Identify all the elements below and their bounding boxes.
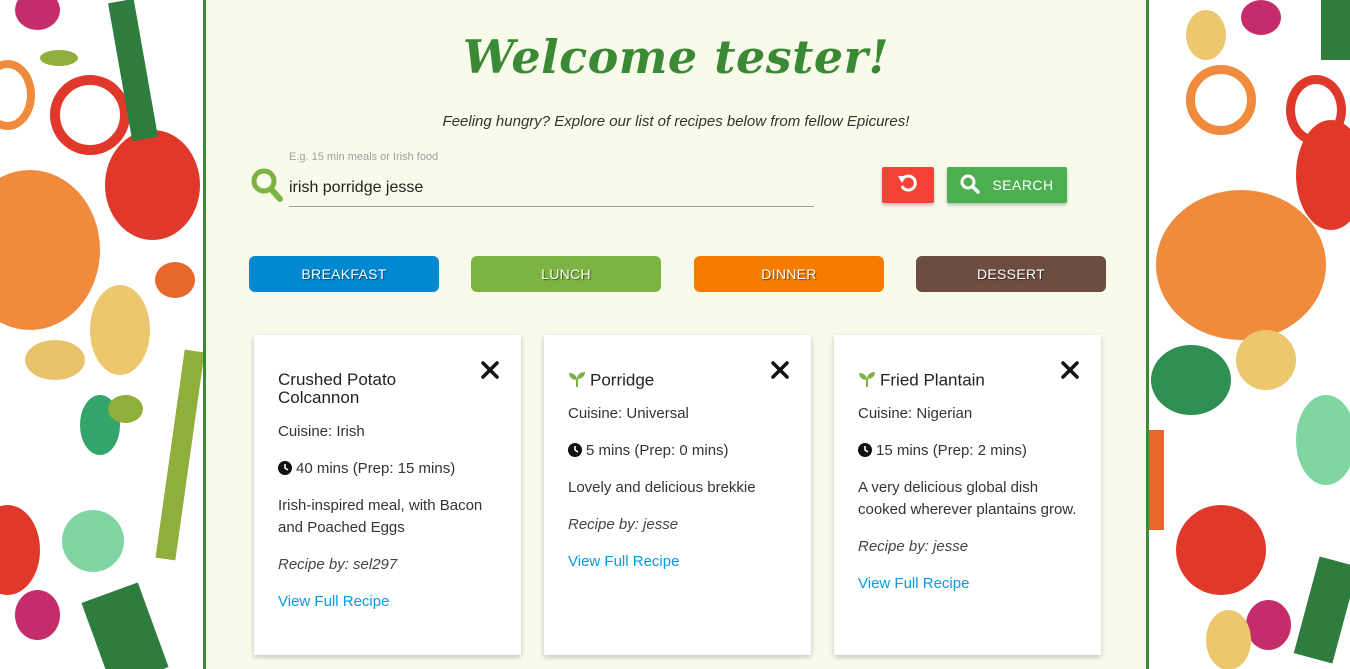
view-full-recipe-link[interactable]: View Full Recipe: [858, 573, 1083, 595]
recipe-time-text: 40 mins (Prep: 15 mins): [296, 460, 456, 477]
recipe-author: Recipe by: jesse: [858, 538, 969, 555]
undo-icon: [897, 172, 919, 199]
recipe-cuisine: Cuisine: Irish: [278, 423, 365, 440]
recipe-title: Fried Plantain: [880, 370, 985, 390]
search-button[interactable]: SEARCH: [947, 167, 1067, 203]
category-dinner-button[interactable]: DINNER: [694, 256, 884, 292]
search-icon: [251, 168, 283, 207]
recipe-description: A very delicious global dish cooked wher…: [858, 479, 1077, 518]
recipe-time: 15 mins (Prep: 2 mins): [858, 440, 1083, 464]
clock-icon: [858, 442, 872, 464]
category-lunch-button[interactable]: LUNCH: [471, 256, 661, 292]
recipe-time-text: 15 mins (Prep: 2 mins): [876, 442, 1027, 459]
recipe-title: Crushed Potato Colcannon: [278, 370, 397, 407]
recipe-time: 5 mins (Prep: 0 mins): [568, 440, 793, 464]
clock-icon: [568, 442, 582, 464]
close-icon[interactable]: [1061, 361, 1079, 384]
sprout-icon: [858, 371, 876, 391]
clock-icon: [278, 460, 292, 482]
view-full-recipe-link[interactable]: View Full Recipe: [278, 591, 503, 613]
recipe-title-row: Porridge: [568, 371, 768, 391]
search-icon: [960, 174, 981, 197]
search-button-label: SEARCH: [992, 177, 1054, 193]
recipe-cuisine: Cuisine: Universal: [568, 405, 689, 422]
recipe-cuisine: Cuisine: Nigerian: [858, 405, 973, 422]
recipe-time: 40 mins (Prep: 15 mins): [278, 458, 503, 482]
recipe-time-text: 5 mins (Prep: 0 mins): [586, 442, 729, 459]
search-input[interactable]: [289, 170, 814, 207]
view-full-recipe-link[interactable]: View Full Recipe: [568, 551, 793, 573]
recipe-description: Irish-inspired meal, with Bacon and Poac…: [278, 497, 483, 536]
recipe-description: Lovely and delicious brekkie: [568, 479, 756, 496]
page-subtitle: Feeling hungry? Explore our list of reci…: [442, 113, 910, 130]
category-dessert-button[interactable]: DESSERT: [916, 256, 1106, 292]
search-hint-label: E.g. 15 min meals or Irish food: [289, 151, 439, 163]
recipe-card: Porridge Cuisine: Universal 5 mins (Prep…: [544, 335, 811, 655]
close-icon[interactable]: [771, 361, 789, 384]
reset-button[interactable]: [882, 167, 934, 203]
background-pattern-right: [1146, 0, 1350, 669]
background-pattern-left: [0, 0, 203, 669]
recipe-author: Recipe by: jesse: [568, 516, 679, 533]
recipe-title: Porridge: [590, 370, 655, 390]
recipe-card: Fried Plantain Cuisine: Nigerian 15 mins…: [834, 335, 1101, 655]
recipe-card: Crushed Potato Colcannon Cuisine: Irish …: [254, 335, 521, 655]
page-title: Welcome tester!: [462, 30, 890, 84]
close-icon[interactable]: [481, 361, 499, 384]
main-content: Welcome tester! Feeling hungry? Explore …: [203, 0, 1149, 669]
recipe-author: Recipe by: sel297: [278, 556, 398, 573]
sprout-icon: [568, 371, 586, 391]
recipe-title-row: Fried Plantain: [858, 371, 1058, 391]
category-breakfast-button[interactable]: BREAKFAST: [249, 256, 439, 292]
